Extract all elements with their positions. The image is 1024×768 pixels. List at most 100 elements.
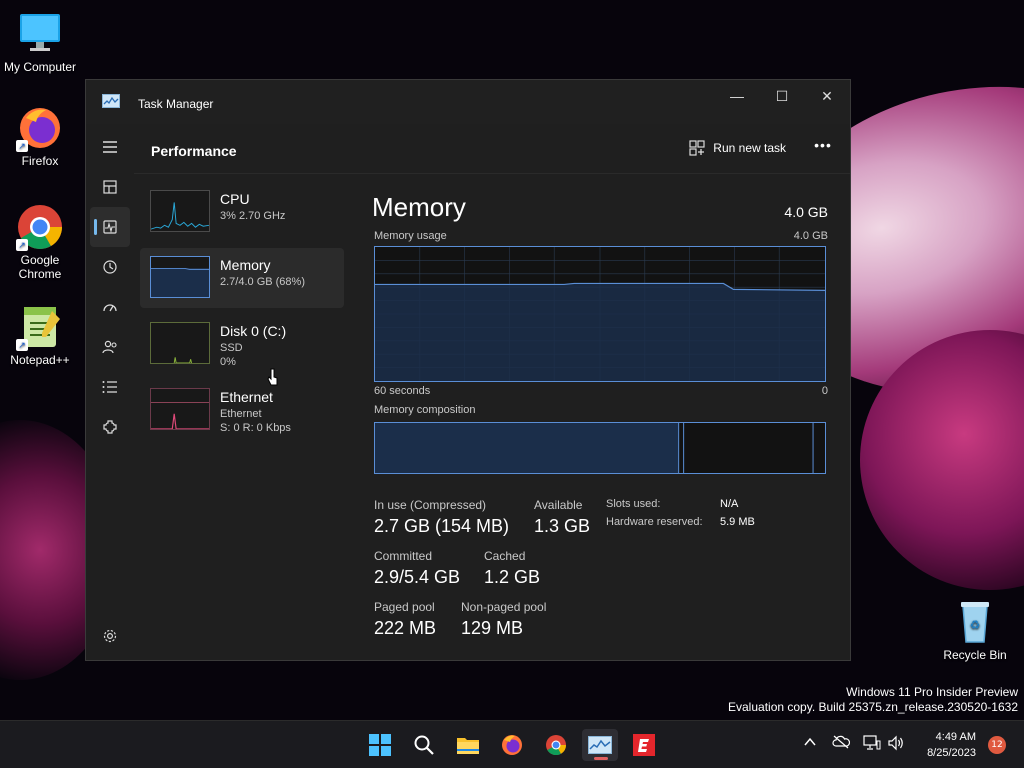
perf-item-ethernet[interactable]: Ethernet Ethernet S: 0 R: 0 Kbps <box>140 380 344 440</box>
desktop-icon-notepadpp[interactable]: ↗ Notepad++ <box>0 303 80 367</box>
slots-used-value: N/A <box>720 498 739 510</box>
desktop-icon-my-computer[interactable]: My Computer <box>0 10 80 74</box>
perf-item-detail: 3% 2.70 GHz <box>220 210 286 222</box>
sidebar <box>86 124 134 660</box>
more-options-button[interactable]: ••• <box>812 136 834 158</box>
volume-icon[interactable] <box>886 735 906 755</box>
non-paged-pool-label: Non-paged pool <box>461 600 547 614</box>
firefox-icon: ↗ <box>16 104 64 152</box>
red-e-app-icon <box>633 734 655 756</box>
perf-item-cpu[interactable]: CPU 3% 2.70 GHz <box>140 182 344 242</box>
search-button[interactable] <box>406 729 442 761</box>
memory-usage-graph <box>374 246 826 382</box>
memory-usage-max: 4.0 GB <box>793 230 828 242</box>
hamburger-menu-icon[interactable] <box>86 127 134 167</box>
available-label: Available <box>534 498 583 512</box>
perf-item-name: CPU <box>220 191 250 207</box>
monitor-icon <box>16 10 64 58</box>
taskbar-chrome[interactable] <box>538 729 574 761</box>
notepad-plus-plus-icon: ↗ <box>16 303 64 351</box>
clock-date: 8/25/2023 <box>927 747 976 759</box>
memory-composition-label: Memory composition <box>374 404 476 416</box>
disk-mini-graph <box>150 322 210 364</box>
system-clock[interactable]: 4:49 AM 8/25/2023 <box>927 729 976 761</box>
desktop-icon-firefox[interactable]: ↗ Firefox <box>0 104 80 168</box>
desktop-icon-recycle-bin[interactable]: ♻ Recycle Bin <box>935 598 1015 662</box>
shortcut-arrow-icon: ↗ <box>16 339 28 351</box>
committed-label: Committed <box>374 549 433 563</box>
desktop-icon-label: Firefox <box>21 154 59 168</box>
hardware-reserved-label: Hardware reserved: <box>606 516 703 528</box>
desktop-icon-label: My Computer <box>3 60 77 74</box>
watermark-line: Windows 11 Pro Insider Preview <box>846 685 1018 699</box>
desktop-icon-label: Google Chrome <box>18 253 62 281</box>
perf-item-detail: S: 0 R: 0 Kbps <box>220 422 291 434</box>
memory-mini-graph <box>150 256 210 298</box>
chrome-icon <box>546 735 567 756</box>
cached-value: 1.2 GB <box>484 567 541 587</box>
page-header: Performance Run new task ••• <box>134 124 850 174</box>
task-manager-app-icon <box>102 94 120 108</box>
hardware-reserved-value: 5.9 MB <box>720 516 755 528</box>
minimize-button[interactable]: — <box>714 80 760 112</box>
run-new-task-button[interactable]: Run new task <box>689 140 786 156</box>
memory-usage-label: Memory usage <box>374 230 447 242</box>
task-manager-window: Task Manager — ☐ ✕ Performance Run new t… <box>85 79 851 661</box>
search-icon <box>414 735 434 755</box>
perf-item-name: Disk 0 (C:) <box>220 323 287 339</box>
perf-item-memory[interactable]: Memory 2.7/4.0 GB (68%) <box>140 248 344 308</box>
evaluation-watermark: Windows 11 Pro Insider Preview Evaluatio… <box>728 685 1018 715</box>
cpu-mini-graph <box>150 190 210 232</box>
committed-value: 2.9/5.4 GB <box>374 567 461 587</box>
performance-icon[interactable] <box>90 207 130 247</box>
windows-logo-icon <box>369 734 391 756</box>
recycle-bin-icon: ♻ <box>951 598 999 646</box>
close-button[interactable]: ✕ <box>804 80 850 112</box>
services-icon[interactable] <box>86 407 134 447</box>
title-bar[interactable]: Task Manager — ☐ ✕ <box>86 80 850 124</box>
taskbar-task-manager[interactable] <box>582 729 618 761</box>
detail-title: Memory <box>372 192 466 222</box>
perf-item-detail: 0% <box>220 356 236 368</box>
window-title: Task Manager <box>138 97 214 111</box>
folder-icon <box>457 738 479 754</box>
users-icon[interactable] <box>86 327 134 367</box>
in-use-value: 2.7 GB (154 MB) <box>374 516 510 536</box>
start-button[interactable] <box>362 729 398 761</box>
network-icon[interactable] <box>862 735 882 755</box>
perf-item-detail: Ethernet <box>220 408 262 420</box>
taskbar-app-e[interactable] <box>626 729 662 761</box>
available-value: 1.3 GB <box>534 516 591 536</box>
perf-item-name: Ethernet <box>220 389 273 405</box>
maximize-button[interactable]: ☐ <box>759 80 805 112</box>
perf-item-detail: SSD <box>220 342 243 354</box>
watermark-line: Evaluation copy. Build 25375.zn_release.… <box>728 700 1018 714</box>
clock-time: 4:49 AM <box>935 731 976 743</box>
mouse-cursor-icon <box>267 368 278 386</box>
perf-item-disk[interactable]: Disk 0 (C:) SSD 0% <box>140 314 344 374</box>
details-icon[interactable] <box>86 367 134 407</box>
detail-total: 4.0 GB <box>784 204 828 220</box>
desktop-icon-label: Notepad++ <box>10 353 70 367</box>
onedrive-offline-icon[interactable] <box>831 735 851 755</box>
slots-used-label: Slots used: <box>606 498 661 510</box>
ethernet-mini-graph <box>150 388 210 430</box>
settings-gear-icon[interactable] <box>86 616 134 656</box>
paged-pool-value: 222 MB <box>374 618 437 638</box>
memory-composition-bar <box>374 422 826 474</box>
firefox-icon <box>502 735 522 755</box>
notification-badge[interactable]: 12 <box>988 736 1006 754</box>
show-hidden-icons-chevron-up-icon[interactable] <box>800 735 820 755</box>
taskbar: 4:49 AM 8/25/2023 12 <box>0 720 1024 768</box>
taskbar-firefox[interactable] <box>494 729 530 761</box>
app-history-icon[interactable] <box>86 247 134 287</box>
taskbar-file-explorer[interactable] <box>450 729 486 761</box>
graph-axis-right: 0 <box>821 385 828 397</box>
startup-apps-icon[interactable] <box>86 287 134 327</box>
desktop-icon-google-chrome[interactable]: ↗ Google Chrome <box>0 203 80 281</box>
cached-label: Cached <box>484 549 526 563</box>
paged-pool-label: Paged pool <box>374 600 435 614</box>
perf-item-name: Memory <box>220 257 271 273</box>
shortcut-arrow-icon: ↗ <box>16 239 28 251</box>
processes-icon[interactable] <box>86 167 134 207</box>
